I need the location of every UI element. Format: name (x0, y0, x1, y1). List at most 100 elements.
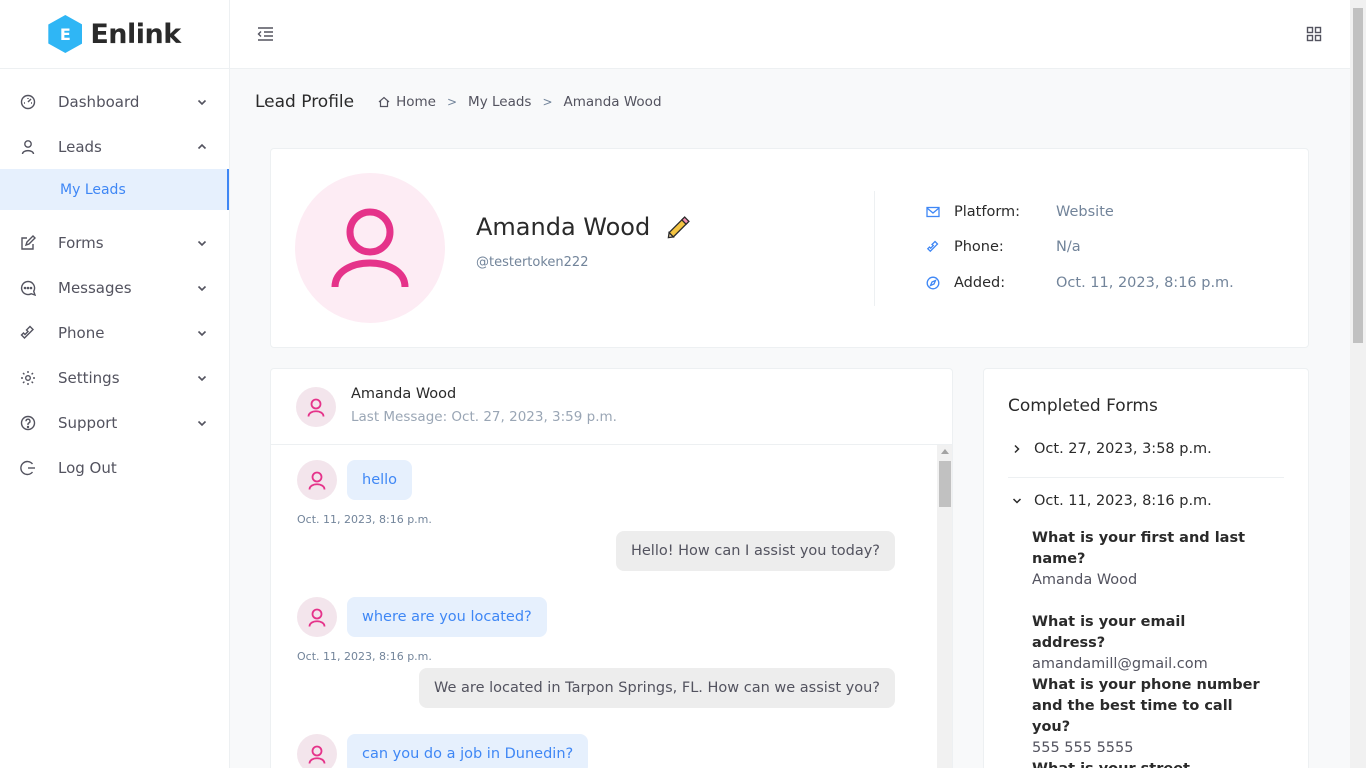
contact-avatar (297, 734, 337, 768)
contact-avatar (297, 460, 337, 500)
divider (1008, 477, 1284, 478)
compass-icon (926, 276, 940, 290)
profile-name: Amanda Wood (476, 213, 651, 241)
platform-label: Platform: (954, 204, 1021, 220)
breadcrumb-separator-icon: > (542, 95, 553, 109)
sidebar-item-label: Phone (58, 323, 105, 342)
message-list[interactable]: hello Oct. 11, 2023, 8:16 p.m. Hello! Ho… (271, 445, 937, 768)
message-timestamp: Oct. 11, 2023, 8:16 p.m. (297, 650, 432, 663)
logo-hex-icon: E (48, 15, 83, 53)
page-scrollbar[interactable] (1350, 0, 1366, 768)
form-entry-collapsed[interactable]: Oct. 27, 2023, 3:58 p.m. (1014, 441, 1212, 457)
phone-icon (20, 325, 36, 341)
chevron-down-icon (197, 373, 207, 383)
message-incoming: hello (347, 460, 413, 500)
question-icon (20, 415, 36, 431)
info-platform: Platform: Website (926, 204, 1114, 220)
message-icon (20, 280, 36, 296)
form-answer: What is your phone number and the best t… (1032, 675, 1262, 759)
sidebar-item-label: Log Out (58, 458, 117, 477)
chevron-up-icon (197, 142, 207, 152)
chevron-down-icon (1012, 496, 1022, 506)
sidebar-item-logout[interactable]: Log Out (0, 445, 229, 490)
breadcrumb-current: Amanda Wood (563, 94, 662, 110)
home-icon (378, 96, 390, 108)
user-avatar-icon (307, 398, 325, 417)
sidebar-item-phone[interactable]: Phone (0, 310, 229, 355)
sidebar-item-label: Messages (58, 278, 132, 297)
page-title: Lead Profile (255, 92, 355, 112)
message-outgoing: Hello! How can I assist you today? (615, 531, 895, 571)
chevron-down-icon (197, 418, 207, 428)
user-avatar-icon (308, 608, 326, 627)
sidebar-item-dashboard[interactable]: Dashboard (0, 79, 229, 124)
logout-icon (20, 460, 36, 476)
sidebar-subitem-my-leads[interactable]: My Leads (0, 169, 229, 210)
pencil-edit-icon[interactable] (664, 212, 694, 242)
edit-icon (20, 234, 36, 251)
sidebar-item-label: Settings (58, 368, 120, 387)
contact-avatar (296, 387, 336, 427)
chevron-down-icon (197, 238, 207, 248)
sidebar-item-label: Leads (58, 137, 102, 156)
message-incoming: where are you located? (347, 597, 547, 637)
vertical-divider (874, 191, 875, 306)
scroll-up-arrow-icon[interactable] (941, 449, 949, 454)
conversation-last-message: Last Message: Oct. 27, 2023, 3:59 p.m. (351, 409, 617, 425)
conversation-contact-name: Amanda Wood (351, 386, 457, 402)
breadcrumb-home-label: Home (396, 94, 436, 110)
message-scrollbar-thumb[interactable] (939, 461, 951, 507)
contact-avatar (297, 597, 337, 637)
form-question: What is your phone number and the best t… (1032, 677, 1260, 735)
sidebar-item-messages[interactable]: Messages (0, 265, 229, 310)
chevron-down-icon (197, 328, 207, 338)
dashboard-icon (20, 94, 36, 110)
sidebar-item-forms[interactable]: Forms (0, 220, 229, 265)
page-header: Lead Profile Home > My Leads > Amanda Wo… (255, 92, 662, 112)
user-avatar-icon (308, 471, 326, 490)
breadcrumb-my-leads[interactable]: My Leads (468, 94, 531, 110)
form-entry-date: Oct. 11, 2023, 8:16 p.m. (1034, 493, 1212, 509)
info-added: Added: Oct. 11, 2023, 8:16 p.m. (926, 275, 1234, 291)
gear-icon (20, 370, 36, 386)
conversation-header: Amanda Wood Last Message: Oct. 27, 2023,… (271, 369, 952, 445)
form-answer: What is your street address? (1032, 759, 1262, 768)
phone-value: N/a (1056, 239, 1081, 255)
info-phone: Phone: N/a (926, 239, 1081, 255)
mail-icon (926, 205, 940, 219)
breadcrumb-home[interactable]: Home (378, 94, 436, 110)
chevron-down-icon (197, 283, 207, 293)
top-header (230, 0, 1350, 69)
message-scrollbar[interactable] (937, 445, 952, 768)
user-avatar-icon (308, 745, 326, 764)
message-outgoing: We are located in Tarpon Springs, FL. Ho… (419, 668, 895, 708)
user-avatar-icon (331, 208, 409, 288)
conversation-card: Amanda Wood Last Message: Oct. 27, 2023,… (270, 368, 953, 768)
form-question: What is your email address? (1032, 614, 1186, 651)
sidebar-item-settings[interactable]: Settings (0, 355, 229, 400)
chevron-right-icon (1012, 444, 1022, 454)
form-answer: What is your email address? amandamill@g… (1032, 612, 1262, 675)
platform-value: Website (1056, 204, 1114, 220)
form-entry-expanded[interactable]: Oct. 11, 2023, 8:16 p.m. (1012, 493, 1212, 509)
page-scrollbar-thumb[interactable] (1353, 8, 1363, 343)
form-answer-value: 555 555 5555 (1032, 740, 1134, 756)
sidebar-item-label: Forms (58, 233, 104, 252)
logo[interactable]: E Enlink (0, 0, 229, 69)
user-icon (20, 139, 36, 155)
profile-name-row: Amanda Wood (476, 212, 694, 242)
message-timestamp: Oct. 11, 2023, 8:16 p.m. (297, 513, 432, 526)
form-answer-value: amandamill@gmail.com (1032, 656, 1208, 672)
profile-avatar (295, 173, 445, 323)
added-value: Oct. 11, 2023, 8:16 p.m. (1056, 275, 1234, 291)
menu-toggle-icon[interactable] (256, 26, 274, 42)
profile-handle: @testertoken222 (476, 255, 589, 270)
apps-grid-icon[interactable] (1306, 26, 1322, 42)
form-question: What is your street address? (1032, 759, 1262, 768)
logo-text: Enlink (90, 18, 181, 50)
sidebar-item-support[interactable]: Support (0, 400, 229, 445)
message-incoming: can you do a job in Dunedin? (347, 734, 589, 768)
added-label: Added: (954, 275, 1006, 291)
sidebar-item-label: Dashboard (58, 92, 140, 111)
sidebar-item-leads[interactable]: Leads (0, 124, 229, 169)
